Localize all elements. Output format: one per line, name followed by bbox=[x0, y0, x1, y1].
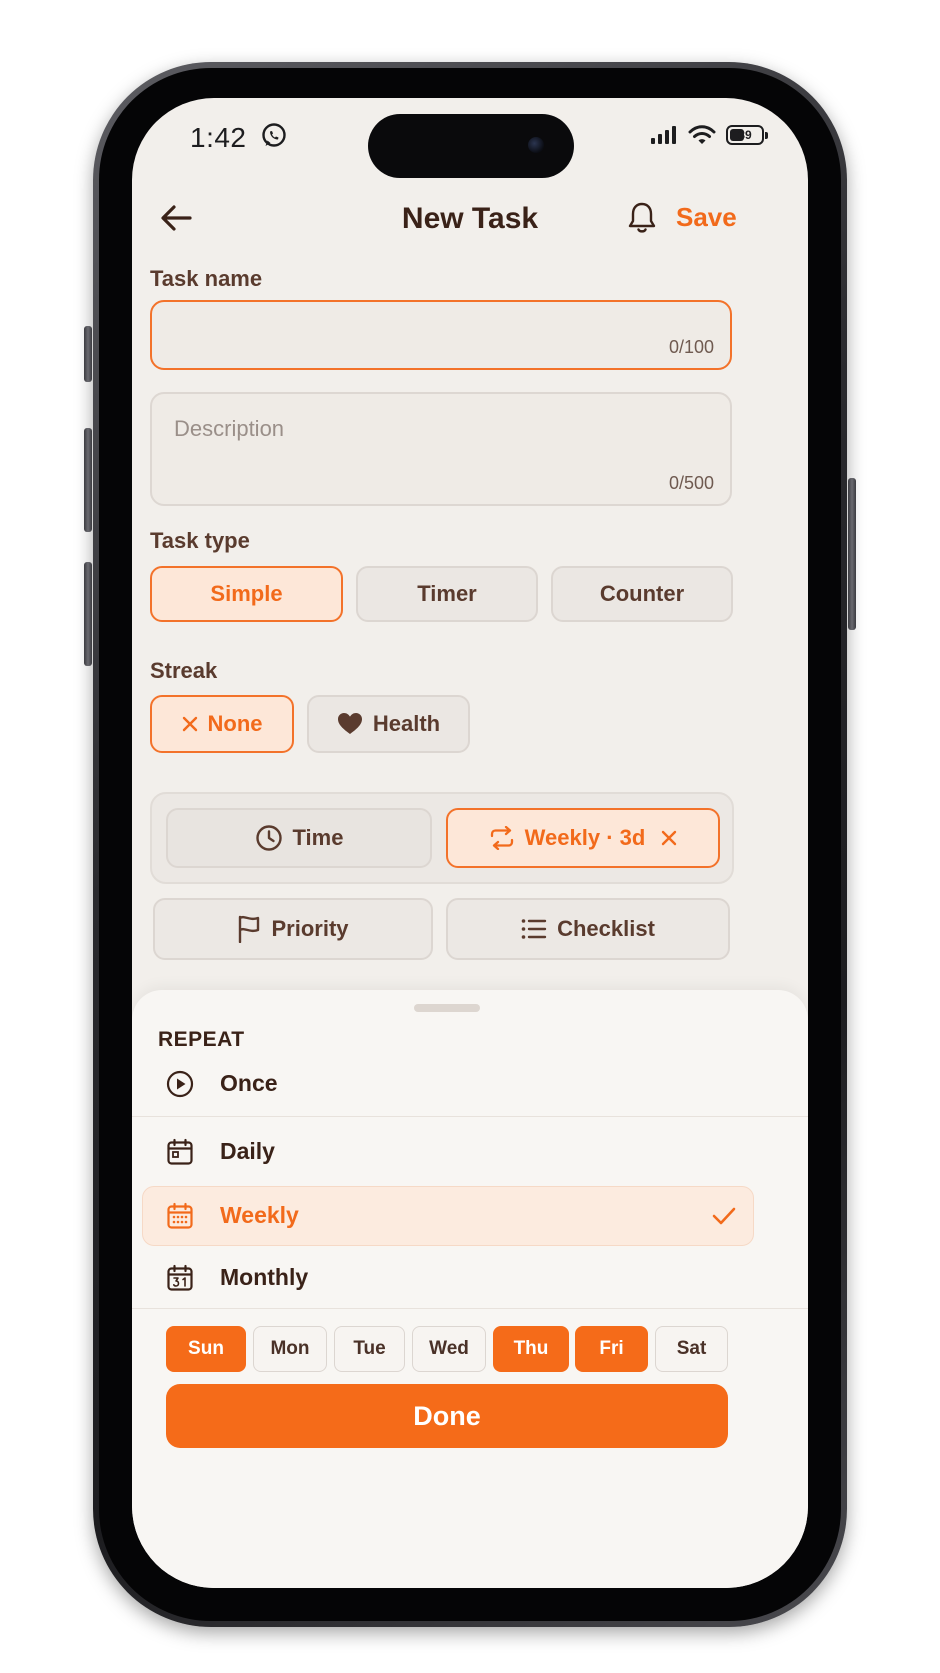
streak-none[interactable]: None bbox=[150, 695, 294, 753]
day-chip-sun[interactable]: Sun bbox=[166, 1326, 246, 1372]
done-button[interactable]: Done bbox=[166, 1384, 728, 1448]
battery-level: 39 bbox=[738, 128, 752, 142]
calendar-week-icon bbox=[167, 1202, 193, 1229]
repeat-option-once-label: Once bbox=[220, 1070, 278, 1096]
repeat-button[interactable]: Weekly · 3d bbox=[446, 808, 720, 868]
repeat-option-monthly[interactable]: Monthly bbox=[132, 1248, 808, 1308]
power-button bbox=[848, 478, 856, 630]
description-input[interactable]: Description 0/500 bbox=[150, 392, 732, 506]
task-type-counter-label: Counter bbox=[599, 581, 685, 606]
volume-up-button bbox=[84, 428, 92, 532]
status-time: 1:42 bbox=[190, 122, 247, 153]
repeat-heading: REPEAT bbox=[158, 1028, 245, 1051]
list-icon bbox=[521, 919, 547, 939]
repeat-icon bbox=[490, 826, 513, 850]
task-type-timer-label: Timer bbox=[417, 581, 477, 606]
streak-health[interactable]: Health bbox=[307, 695, 470, 753]
day-chip-tue[interactable]: Tue bbox=[334, 1326, 405, 1372]
calendar-day-icon bbox=[167, 1138, 193, 1165]
repeat-option-monthly-label: Monthly bbox=[220, 1264, 309, 1290]
task-type-label: Task type bbox=[150, 528, 250, 553]
task-type-counter[interactable]: Counter bbox=[551, 566, 733, 622]
day-chip-thu[interactable]: Thu bbox=[493, 1326, 569, 1372]
day-chip-wed-label: Wed bbox=[429, 1338, 469, 1359]
dynamic-island bbox=[368, 114, 574, 178]
volume-down-button bbox=[84, 562, 92, 666]
task-name-counter: 0/100 bbox=[668, 337, 714, 357]
clear-repeat-icon[interactable] bbox=[661, 830, 677, 846]
day-chip-mon-label: Mon bbox=[270, 1338, 310, 1359]
streak-none-label: None bbox=[207, 711, 263, 736]
x-icon bbox=[182, 716, 197, 732]
battery-icon: 39 bbox=[726, 125, 768, 145]
task-type-simple-label: Simple bbox=[210, 581, 283, 606]
day-chip-sat-label: Sat bbox=[676, 1338, 707, 1359]
repeat-option-once[interactable]: Once bbox=[132, 1054, 808, 1114]
day-chip-tue-label: Tue bbox=[353, 1338, 386, 1359]
task-name-input[interactable]: 0/100 bbox=[150, 300, 732, 370]
priority-button[interactable]: Priority bbox=[153, 898, 433, 960]
sheet-grabber[interactable] bbox=[414, 1004, 480, 1012]
bell-icon bbox=[628, 202, 656, 233]
description-placeholder: Description bbox=[174, 416, 285, 441]
whatsapp-icon bbox=[262, 123, 286, 147]
repeat-option-weekly-label: Weekly bbox=[220, 1202, 299, 1228]
repeat-option-weekly[interactable]: Weekly bbox=[132, 1186, 808, 1246]
day-chip-fri-label: Fri bbox=[599, 1338, 624, 1359]
time-button-label: Time bbox=[292, 825, 344, 850]
screen: 1:42 39 New Task Save Task name 0/100 De… bbox=[132, 98, 808, 1588]
repeat-sheet: REPEAT Once Daily Weekly Monthly Sun Mon… bbox=[132, 990, 808, 1588]
day-chip-sat[interactable]: Sat bbox=[655, 1326, 728, 1372]
streak-health-label: Health bbox=[372, 711, 441, 736]
task-type-timer[interactable]: Timer bbox=[356, 566, 538, 622]
done-button-label: Done bbox=[413, 1400, 481, 1431]
front-camera bbox=[528, 137, 544, 153]
description-counter: 0/500 bbox=[668, 473, 714, 493]
app-header: New Task Save bbox=[132, 190, 808, 250]
day-chip-fri[interactable]: Fri bbox=[575, 1326, 648, 1372]
day-chip-sun-label: Sun bbox=[188, 1338, 224, 1359]
day-chip-thu-label: Thu bbox=[513, 1338, 549, 1359]
task-name-label: Task name bbox=[150, 266, 263, 291]
checkmark-icon bbox=[712, 1207, 736, 1225]
repeat-button-label: Weekly · 3d bbox=[524, 825, 646, 850]
repeat-option-daily-label: Daily bbox=[220, 1138, 275, 1164]
calendar-31-icon bbox=[167, 1264, 193, 1291]
day-chip-wed[interactable]: Wed bbox=[412, 1326, 486, 1372]
signal-icon bbox=[651, 126, 676, 144]
task-type-simple[interactable]: Simple bbox=[150, 566, 343, 622]
play-circle-icon bbox=[166, 1070, 194, 1098]
priority-button-label: Priority bbox=[271, 916, 349, 941]
reminder-button[interactable] bbox=[620, 196, 664, 240]
row-divider bbox=[132, 1308, 808, 1309]
clock-icon bbox=[255, 825, 282, 851]
heart-icon bbox=[337, 713, 362, 734]
status-indicators: 39 bbox=[650, 124, 768, 146]
checklist-button-label: Checklist bbox=[557, 916, 655, 941]
wifi-icon bbox=[688, 125, 716, 144]
battery-nub bbox=[765, 132, 768, 139]
checklist-button[interactable]: Checklist bbox=[446, 898, 730, 960]
day-chip-mon[interactable]: Mon bbox=[253, 1326, 327, 1372]
flag-icon bbox=[239, 915, 260, 943]
streak-label: Streak bbox=[150, 658, 218, 683]
save-button[interactable]: Save bbox=[676, 202, 737, 233]
repeat-option-daily[interactable]: Daily bbox=[132, 1122, 808, 1182]
action-button bbox=[84, 326, 92, 382]
time-button[interactable]: Time bbox=[166, 808, 432, 868]
row-divider bbox=[132, 1116, 808, 1117]
